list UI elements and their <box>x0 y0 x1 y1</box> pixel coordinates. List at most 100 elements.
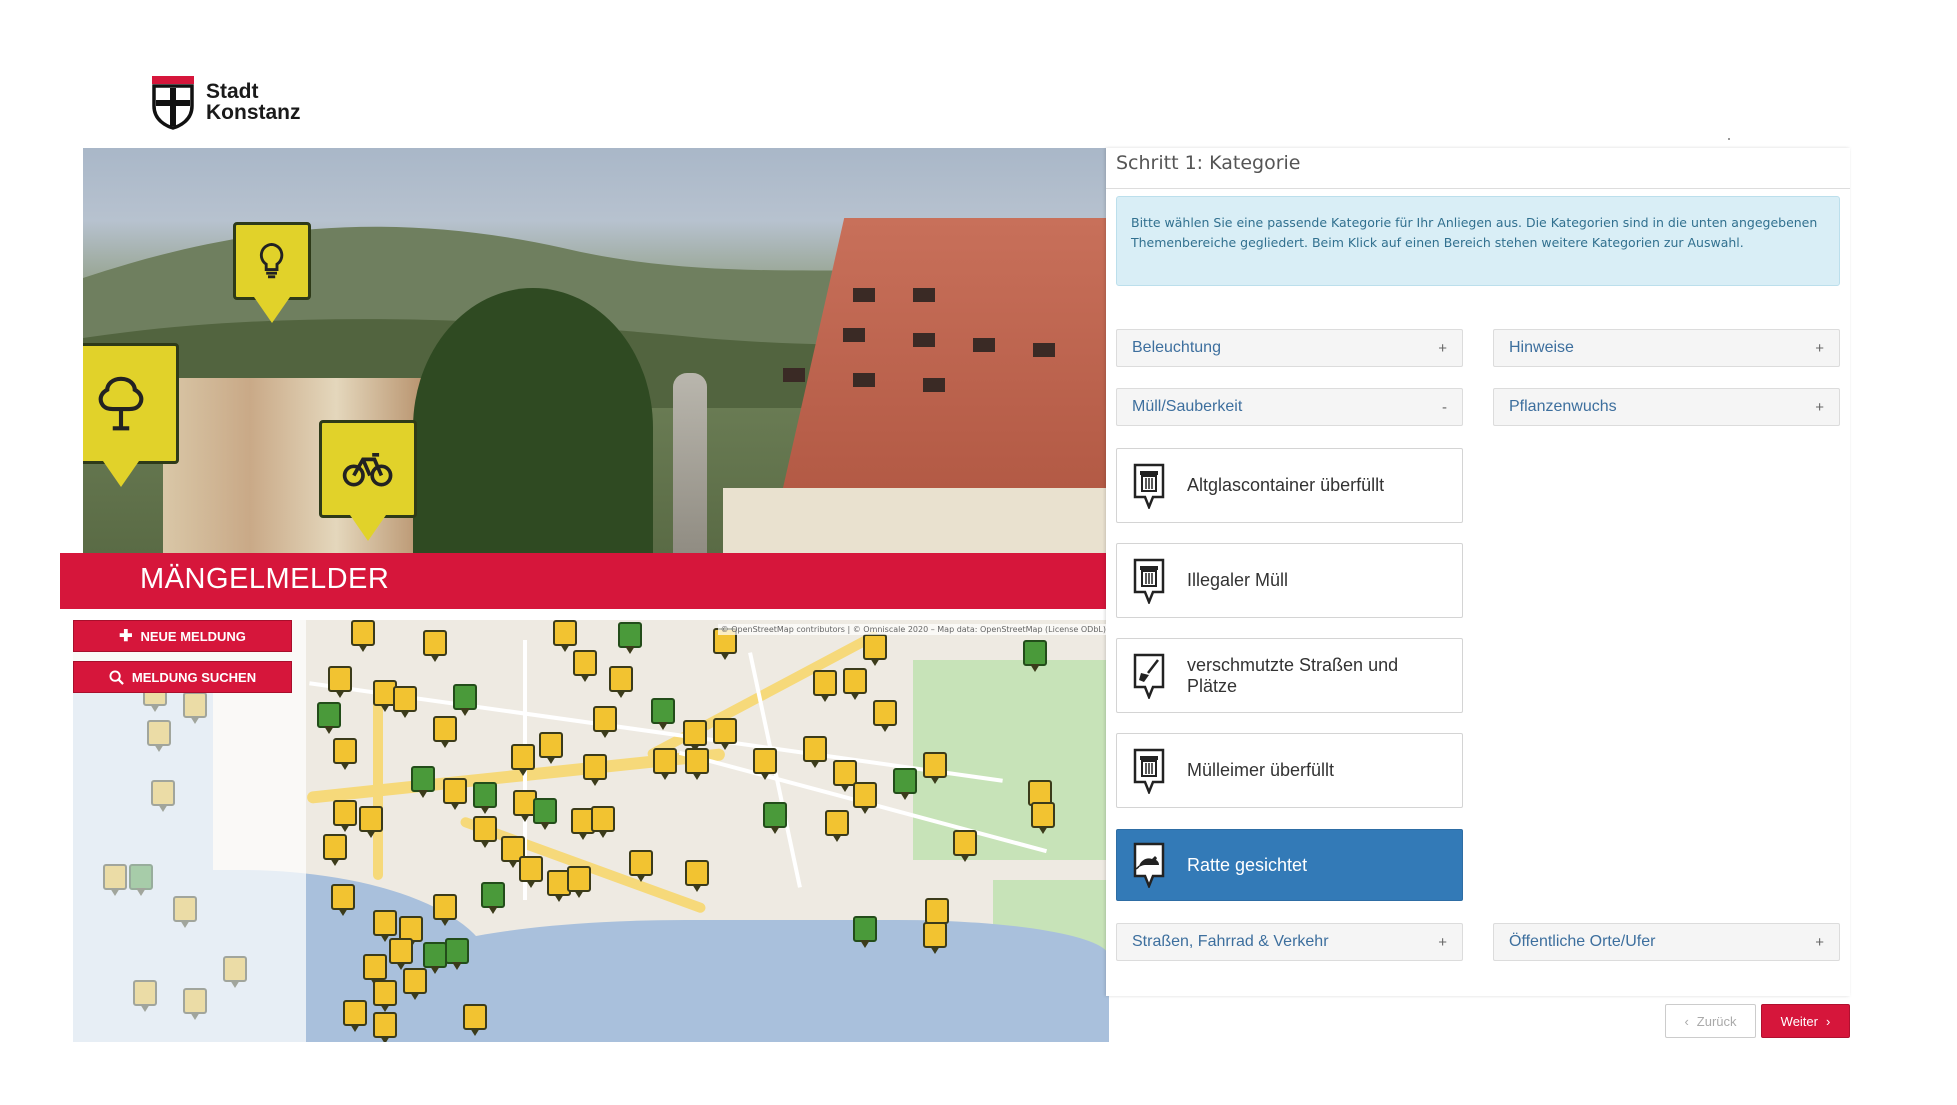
map-marker[interactable] <box>453 684 477 716</box>
category-beleuchtung[interactable]: Beleuchtung + <box>1116 329 1463 367</box>
map-marker[interactable] <box>445 938 469 970</box>
map-marker[interactable] <box>683 720 707 752</box>
map-marker[interactable] <box>853 782 877 814</box>
map-marker[interactable] <box>373 980 397 1012</box>
map-marker[interactable] <box>618 622 642 654</box>
map-marker[interactable] <box>539 732 563 764</box>
map-marker[interactable] <box>803 736 827 768</box>
map-marker <box>147 720 171 752</box>
search-report-button[interactable]: MELDUNG SUCHEN <box>73 661 292 693</box>
map-marker[interactable] <box>653 748 677 780</box>
new-report-button[interactable]: ✚ NEUE MELDUNG <box>73 620 292 652</box>
map-marker[interactable] <box>713 718 737 750</box>
map-marker[interactable] <box>359 806 383 838</box>
rat-icon <box>1133 842 1165 888</box>
map-marker[interactable] <box>923 922 947 954</box>
map-marker[interactable] <box>1023 640 1047 672</box>
logo-text: Stadt Konstanz <box>206 81 301 123</box>
map-marker[interactable] <box>843 668 867 700</box>
map-marker[interactable] <box>423 942 447 974</box>
map-marker[interactable] <box>389 938 413 970</box>
hero-trees <box>413 288 653 553</box>
category-oeffentliche-orte-ufer[interactable]: Öffentliche Orte/Ufer + <box>1493 923 1840 961</box>
map-marker[interactable] <box>333 738 357 770</box>
subcategory-altglascontainer[interactable]: Altglascontainer überfüllt <box>1116 448 1463 523</box>
map-marker[interactable] <box>873 700 897 732</box>
map-marker[interactable] <box>363 954 387 986</box>
category-pflanzenwuchs[interactable]: Pflanzenwuchs + <box>1493 388 1840 426</box>
map-marker[interactable] <box>863 634 887 666</box>
map-marker[interactable] <box>411 766 435 798</box>
map-marker[interactable] <box>473 782 497 814</box>
map-marker[interactable] <box>323 834 347 866</box>
maengelmelder-banner: MÄNGELMELDER <box>60 553 1109 609</box>
map-marker[interactable] <box>567 866 591 898</box>
map-marker[interactable] <box>473 816 497 848</box>
roof-window <box>853 373 875 387</box>
map-marker[interactable] <box>763 802 787 834</box>
category-hinweise[interactable]: Hinweise + <box>1493 329 1840 367</box>
map-marker[interactable] <box>853 916 877 948</box>
map-marker[interactable] <box>1031 802 1055 834</box>
map-marker[interactable] <box>373 910 397 942</box>
map-marker[interactable] <box>685 860 709 892</box>
map-marker[interactable] <box>953 830 977 862</box>
plus-icon: ✚ <box>119 628 133 645</box>
category-panel: Schritt 1: Kategorie Bitte wählen Sie ei… <box>1106 148 1850 996</box>
map-marker[interactable] <box>925 898 949 930</box>
map-marker[interactable] <box>343 1000 367 1032</box>
map-marker[interactable] <box>651 698 675 730</box>
subcategory-ratte-gesichtet[interactable]: Ratte gesichtet <box>1116 829 1463 901</box>
subcategory-verschmutzte-strassen[interactable]: verschmutzte Straßen und Plätze <box>1116 638 1463 713</box>
map-marker[interactable] <box>317 702 341 734</box>
map-marker[interactable] <box>433 716 457 748</box>
roof-window <box>913 288 935 302</box>
map-marker[interactable] <box>923 752 947 784</box>
map-marker[interactable] <box>403 968 427 1000</box>
step-title: Schritt 1: Kategorie <box>1116 152 1301 174</box>
map-marker[interactable] <box>351 620 375 652</box>
expand-icon: + <box>1815 339 1824 357</box>
map-marker[interactable] <box>433 894 457 926</box>
map-marker[interactable] <box>328 666 352 698</box>
back-button[interactable]: ‹ Zurück <box>1665 1004 1756 1038</box>
subcategory-label: Altglascontainer überfüllt <box>1187 475 1385 495</box>
map-marker[interactable] <box>813 670 837 702</box>
next-button[interactable]: Weiter › <box>1761 1004 1850 1038</box>
category-muell-sauberkeit[interactable]: Müll/Sauberkeit - <box>1116 388 1463 426</box>
map-marker[interactable] <box>511 744 535 776</box>
map-marker[interactable] <box>685 748 709 780</box>
map-marker[interactable] <box>463 1004 487 1036</box>
category-label: Öffentliche Orte/Ufer <box>1509 933 1656 950</box>
category-strassen-fahrrad-verkehr[interactable]: Straßen, Fahrrad & Verkehr + <box>1116 923 1463 961</box>
map-marker[interactable] <box>533 798 557 830</box>
subcategory-muelleimer-ueberfuellt[interactable]: Mülleimer überfüllt <box>1116 733 1463 808</box>
map-marker[interactable] <box>573 650 597 682</box>
map-marker[interactable] <box>333 800 357 832</box>
subcategory-label: verschmutzte Straßen und Plätze <box>1187 654 1399 696</box>
map-marker[interactable] <box>591 806 615 838</box>
title-divider <box>1106 188 1850 189</box>
map-marker[interactable] <box>553 620 577 652</box>
map-marker[interactable] <box>331 884 355 916</box>
map-marker[interactable] <box>629 850 653 882</box>
map-marker[interactable] <box>373 1012 397 1042</box>
map-marker[interactable] <box>825 810 849 842</box>
map-marker <box>133 980 157 1012</box>
map-marker[interactable] <box>443 778 467 810</box>
map-marker[interactable] <box>753 748 777 780</box>
map-marker[interactable] <box>609 666 633 698</box>
roof-window <box>853 288 875 302</box>
map-marker[interactable] <box>481 882 505 914</box>
map-marker[interactable] <box>893 768 917 800</box>
subcategory-illegaler-muell[interactable]: Illegaler Müll <box>1116 543 1463 618</box>
map-marker[interactable] <box>583 754 607 786</box>
map-marker[interactable] <box>423 630 447 662</box>
stadt-konstanz-logo[interactable]: Stadt Konstanz <box>150 74 301 130</box>
map-attribution[interactable]: © OpenStreetMap contributors | © Omnisca… <box>717 624 1109 635</box>
expand-icon: + <box>1438 339 1447 357</box>
map-marker[interactable] <box>393 686 417 718</box>
trash-bin-icon <box>1133 558 1165 604</box>
map-marker[interactable] <box>593 706 617 738</box>
map-marker[interactable] <box>519 856 543 888</box>
